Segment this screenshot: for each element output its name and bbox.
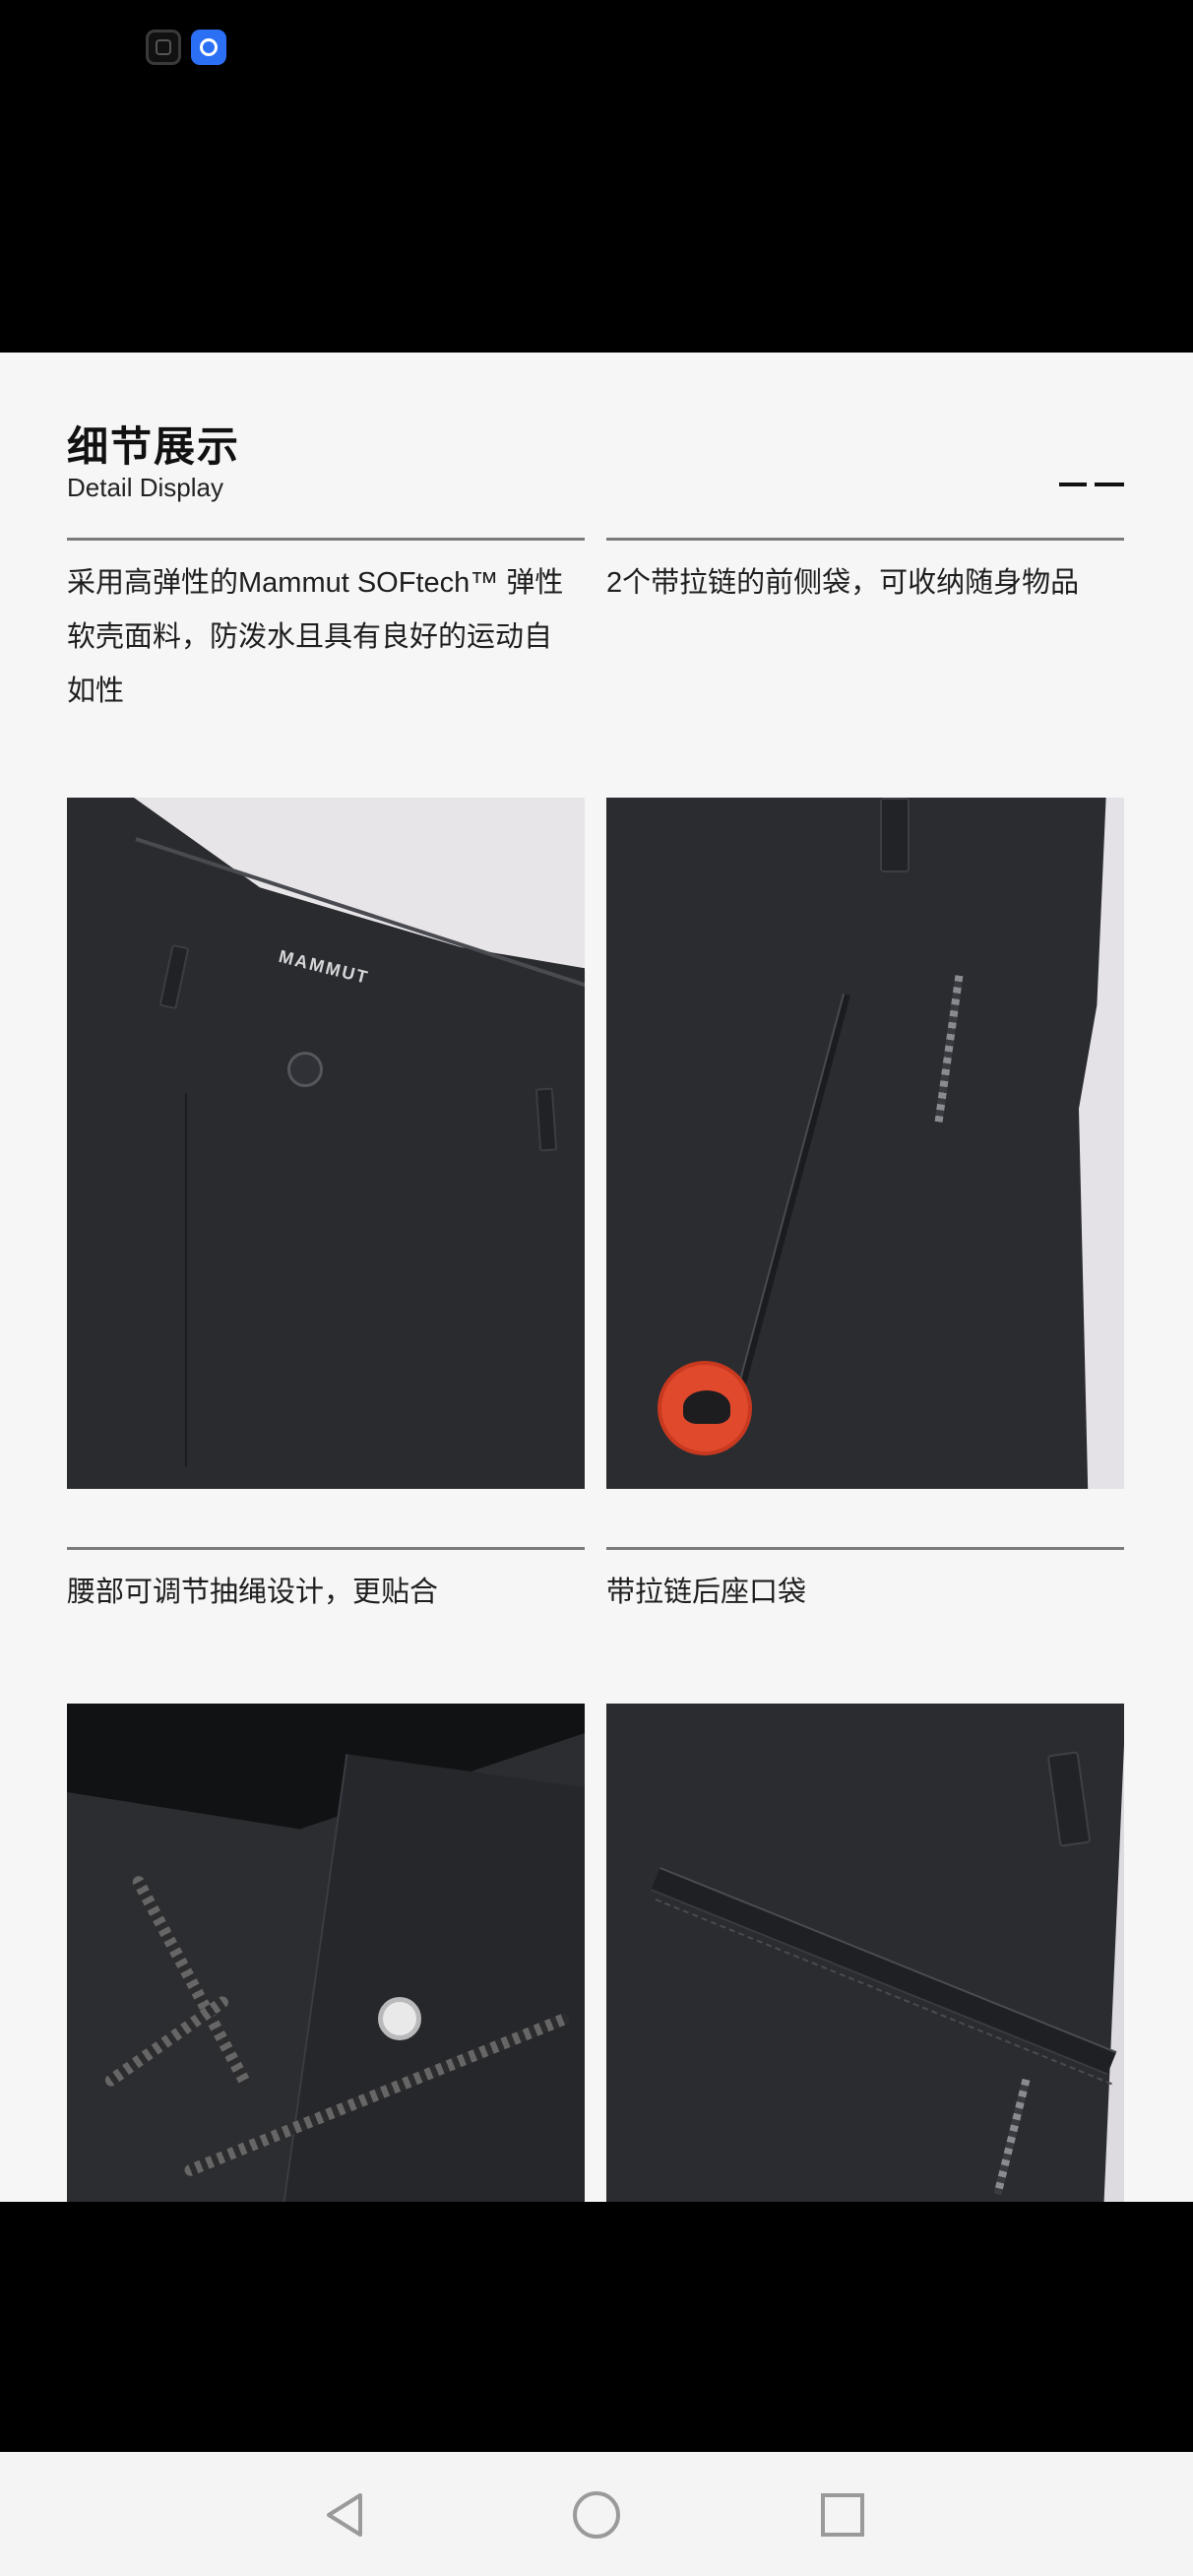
status-bar — [0, 0, 1193, 353]
screen-bottom-area — [0, 2202, 1193, 2452]
decor-dash — [1059, 483, 1087, 486]
recent-square-icon — [821, 2493, 864, 2537]
app-icon-dark — [146, 30, 181, 65]
home-circle-icon — [573, 2491, 620, 2539]
waistband-front-photo: MAMMUT — [67, 798, 585, 1489]
feature-caption-back-pocket: 带拉链后座口袋 — [606, 1577, 807, 1608]
back-triangle-icon — [327, 2493, 362, 2537]
recent-apps-button[interactable] — [803, 2476, 882, 2554]
mammoth-logo-icon — [658, 1361, 752, 1455]
side-zip-pocket-photo — [606, 798, 1124, 1489]
app-icon-blue — [191, 30, 226, 65]
feature-caption-side-pockets: 2个带拉链的前侧袋，可收纳随身物品 — [606, 567, 1080, 599]
home-button[interactable] — [557, 2476, 636, 2554]
feature-caption-drawcord: 腰部可调节抽绳设计，更贴合 — [67, 1577, 439, 1608]
snap-button — [378, 1997, 421, 2040]
divider-rule — [606, 1547, 1124, 1550]
waist-button — [287, 1052, 323, 1087]
back-button[interactable] — [307, 2476, 386, 2554]
drawcord-waist-photo — [67, 1704, 585, 2202]
feature-caption-softshell: 采用高弹性的Mammut SOFtech™ 弹性软壳面料，防泼水且具有良好的运动… — [67, 567, 564, 707]
section-title-cn: 细节展示 — [67, 423, 241, 470]
back-zip-pocket-photo — [606, 1704, 1124, 2202]
divider-rule — [67, 538, 585, 541]
divider-rule — [67, 1547, 585, 1550]
divider-rule — [606, 538, 1124, 541]
detail-display-sheet: 细节展示 Detail Display 采用高弹性的Mammut SOFtech… — [0, 353, 1193, 2202]
decor-dash — [1095, 483, 1124, 486]
section-title-en: Detail Display — [67, 473, 223, 502]
navigation-bar — [0, 2452, 1193, 2576]
